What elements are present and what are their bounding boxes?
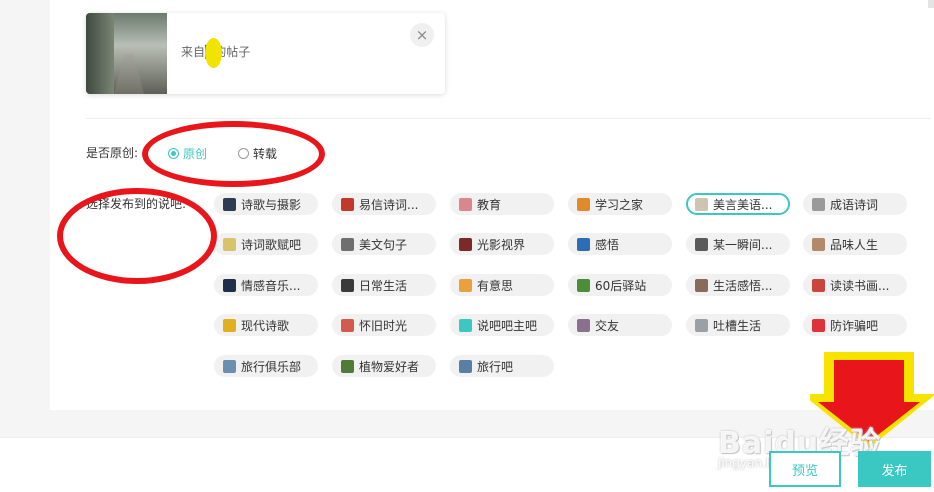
- bar-tag-label: 学习之家: [595, 197, 644, 212]
- poetry-photo-icon: [223, 197, 236, 211]
- travel-icon: [459, 359, 472, 373]
- bar-tag[interactable]: 旅行吧: [450, 355, 554, 377]
- bar-tag-label: 美文句子: [359, 237, 408, 252]
- bar-tag-label: 有意思: [477, 278, 514, 293]
- bar-tag[interactable]: 交友: [568, 314, 672, 336]
- bar-tag-label: 美言美语...: [713, 197, 773, 212]
- bar-tag-label: 日常生活: [359, 278, 408, 293]
- essay-sentence-icon: [341, 237, 354, 251]
- complain-life-icon: [695, 318, 708, 332]
- bar-tag[interactable]: 现代诗歌: [214, 314, 318, 336]
- close-icon[interactable]: ×: [410, 23, 434, 47]
- bar-tag-label: 现代诗歌: [241, 318, 290, 333]
- education-icon: [459, 197, 472, 211]
- nostalgia-icon: [341, 318, 354, 332]
- bar-tag[interactable]: 感悟: [568, 233, 672, 255]
- bar-tag[interactable]: 旅行俱乐部: [214, 355, 318, 377]
- bar-tag[interactable]: 说吧吧主吧: [450, 314, 554, 336]
- bar-tag[interactable]: 60后驿站: [568, 274, 672, 296]
- red-circle-annotation: [57, 188, 217, 284]
- bar-tag-label: 说吧吧主吧: [477, 318, 538, 333]
- bar-tag-label: 成语诗词: [830, 197, 879, 212]
- bar-tag[interactable]: 品味人生: [803, 233, 907, 255]
- original-label: 是否原创:: [86, 146, 139, 160]
- bar-tag[interactable]: 植物爱好者: [332, 355, 436, 377]
- bar-tag-label: 生活感悟...: [713, 278, 773, 293]
- bar-tag-label: 感悟: [595, 237, 620, 252]
- bar-tag[interactable]: 防诈骗吧: [803, 314, 907, 336]
- bar-tag-label: 品味人生: [830, 237, 879, 252]
- daily-life-icon: [341, 278, 354, 292]
- anti-fraud-icon: [812, 318, 825, 332]
- bar-tag[interactable]: 读读书画...: [803, 274, 907, 296]
- moderator-icon: [459, 318, 472, 332]
- bar-tag-label: 光影视界: [477, 237, 526, 252]
- idiom-poetry-icon: [812, 197, 825, 211]
- reading-art-icon: [812, 278, 825, 292]
- taste-life-icon: [812, 237, 825, 251]
- poetry-song-icon: [223, 237, 236, 251]
- bar-tag[interactable]: 生活感悟...: [686, 274, 790, 296]
- yellow-redaction-mark: [205, 38, 222, 68]
- bar-tag-label: 交友: [595, 318, 620, 333]
- preview-button[interactable]: 预览: [769, 451, 841, 487]
- bar-tag-label: 教育: [477, 197, 502, 212]
- red-circle-annotation: [142, 121, 325, 187]
- bar-tag[interactable]: 情感音乐...: [214, 274, 318, 296]
- bar-tag-label: 植物爱好者: [359, 359, 420, 374]
- yixin-poetry-icon: [341, 197, 354, 211]
- bar-tag[interactable]: 美言美语...: [686, 193, 790, 215]
- light-shadow-icon: [459, 237, 472, 251]
- bar-tag-label: 怀旧时光: [359, 318, 408, 333]
- bar-tag-label: 旅行俱乐部: [241, 359, 302, 374]
- bar-tag[interactable]: 成语诗词: [803, 193, 907, 215]
- sixties-station-icon: [577, 278, 590, 292]
- bar-tag[interactable]: 美文句子: [332, 233, 436, 255]
- bar-tag[interactable]: 吐槽生活: [686, 314, 790, 336]
- bar-tag-label: 诗歌与摄影: [241, 197, 302, 212]
- modern-poetry-icon: [223, 318, 236, 332]
- emotion-music-icon: [223, 278, 236, 292]
- insight-icon: [577, 237, 590, 251]
- bar-tag[interactable]: 学习之家: [568, 193, 672, 215]
- plant-lover-icon: [341, 359, 354, 373]
- quoted-post-card: 来自█的帖子 ×: [86, 13, 445, 94]
- bar-tag[interactable]: 某一瞬间...: [686, 233, 790, 255]
- bar-tag-label: 易信诗词...: [359, 197, 419, 212]
- bar-tag[interactable]: 教育: [450, 193, 554, 215]
- travel-club-icon: [223, 359, 236, 373]
- bar-tag-label: 某一瞬间...: [713, 237, 773, 252]
- bar-tag-label: 60后驿站: [595, 278, 647, 293]
- beautiful-words-icon: [695, 197, 708, 211]
- moment-icon: [695, 237, 708, 251]
- bar-tag-label: 防诈骗吧: [830, 318, 879, 333]
- study-home-icon: [577, 197, 590, 211]
- bar-tag[interactable]: 有意思: [450, 274, 554, 296]
- bar-tag-label: 诗词歌赋吧: [241, 237, 302, 252]
- bar-tag[interactable]: 诗词歌赋吧: [214, 233, 318, 255]
- bar-tag[interactable]: 光影视界: [450, 233, 554, 255]
- bar-tag-label: 旅行吧: [477, 359, 514, 374]
- life-insight-icon: [695, 278, 708, 292]
- publish-button[interactable]: 发布: [858, 451, 931, 487]
- interesting-icon: [459, 278, 472, 292]
- bar-tag-label: 读读书画...: [830, 278, 890, 293]
- scrollbar[interactable]: [928, 0, 934, 8]
- bar-tag[interactable]: 诗歌与摄影: [214, 193, 318, 215]
- bar-tag-label: 吐槽生活: [713, 318, 762, 333]
- post-thumbnail: [86, 13, 167, 94]
- bar-tag-label: 情感音乐...: [241, 278, 301, 293]
- friends-icon: [577, 318, 590, 332]
- bar-tag[interactable]: 日常生活: [332, 274, 436, 296]
- divider: [86, 118, 931, 119]
- bar-tag[interactable]: 易信诗词...: [332, 193, 436, 215]
- bar-tag[interactable]: 怀旧时光: [332, 314, 436, 336]
